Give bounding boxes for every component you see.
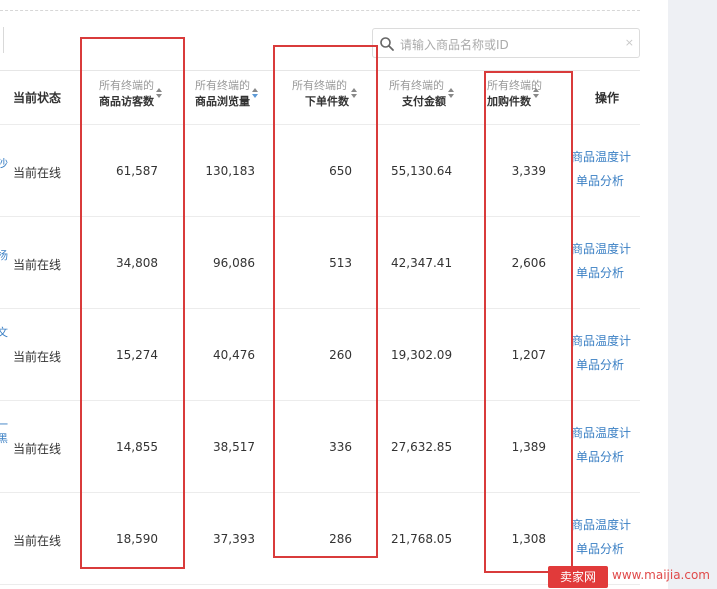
highlight-box-cart-adds <box>484 71 573 573</box>
product-thermometer-link[interactable]: 商品温度计 <box>571 424 631 441</box>
payment-cell: 42,347.41 <box>391 256 453 270</box>
column-header-payment[interactable]: 所有终端的 支付金额 <box>389 78 455 110</box>
product-name-link[interactable]: 沙 <box>0 155 8 171</box>
item-analysis-link[interactable]: 单品分析 <box>576 264 624 281</box>
sort-icon[interactable] <box>448 88 455 100</box>
highlight-box-visitors <box>80 37 185 569</box>
search-input[interactable]: 请输入商品名称或ID <box>400 36 509 53</box>
status-cell: 当前在线 <box>13 350 62 364</box>
product-name-link[interactable]: 黑 <box>0 430 8 446</box>
column-header-status: 当前状态 <box>13 91 62 105</box>
column-header-action: 操作 <box>595 91 620 105</box>
payment-cell: 55,130.64 <box>391 164 453 178</box>
product-thermometer-link[interactable]: 商品温度计 <box>571 148 631 165</box>
item-analysis-link[interactable]: 单品分析 <box>576 540 624 557</box>
payment-cell: 21,768.05 <box>391 532 453 546</box>
page-background-gutter <box>668 0 717 589</box>
status-cell: 当前在线 <box>13 166 62 180</box>
highlight-box-order-items <box>273 45 378 558</box>
product-thermometer-link[interactable]: 商品温度计 <box>571 516 631 533</box>
pageviews-cell: 40,476 <box>213 348 255 362</box>
search-icon <box>380 37 394 51</box>
status-cell: 当前在线 <box>13 258 62 272</box>
column-header-sub: 所有终端的 <box>389 79 444 92</box>
product-name-link[interactable]: 文 <box>0 324 8 340</box>
filter-control-edge[interactable] <box>0 27 4 53</box>
column-header-label: 商品浏览量 <box>195 88 259 110</box>
row-divider <box>0 584 640 585</box>
clear-icon[interactable]: × <box>625 36 634 49</box>
column-header-pageviews[interactable]: 所有终端的 商品浏览量 <box>195 78 259 110</box>
product-thermometer-link[interactable]: 商品温度计 <box>571 332 631 349</box>
sort-icon[interactable] <box>252 88 259 100</box>
status-cell: 当前在线 <box>13 442 62 456</box>
column-header-sub: 所有终端的 <box>195 79 250 92</box>
product-search-box[interactable]: 请输入商品名称或ID × <box>372 28 640 58</box>
product-name-link[interactable]: 杨 <box>0 247 8 263</box>
item-analysis-link[interactable]: 单品分析 <box>576 172 624 189</box>
watermark-logo: 卖家网 <box>548 566 608 588</box>
payment-cell: 19,302.09 <box>391 348 453 362</box>
product-thermometer-link[interactable]: 商品温度计 <box>571 240 631 257</box>
payment-cell: 27,632.85 <box>391 440 453 454</box>
pageviews-cell: 130,183 <box>205 164 255 178</box>
pageviews-cell: 38,517 <box>213 440 255 454</box>
pageviews-cell: 96,086 <box>213 256 255 270</box>
watermark-url: www.maijia.com <box>612 568 710 582</box>
item-analysis-link[interactable]: 单品分析 <box>576 356 624 373</box>
status-cell: 当前在线 <box>13 534 62 548</box>
section-divider <box>0 10 640 11</box>
column-header-label: 支付金额 <box>389 88 455 110</box>
pageviews-cell: 37,393 <box>213 532 255 546</box>
item-analysis-link[interactable]: 单品分析 <box>576 448 624 465</box>
